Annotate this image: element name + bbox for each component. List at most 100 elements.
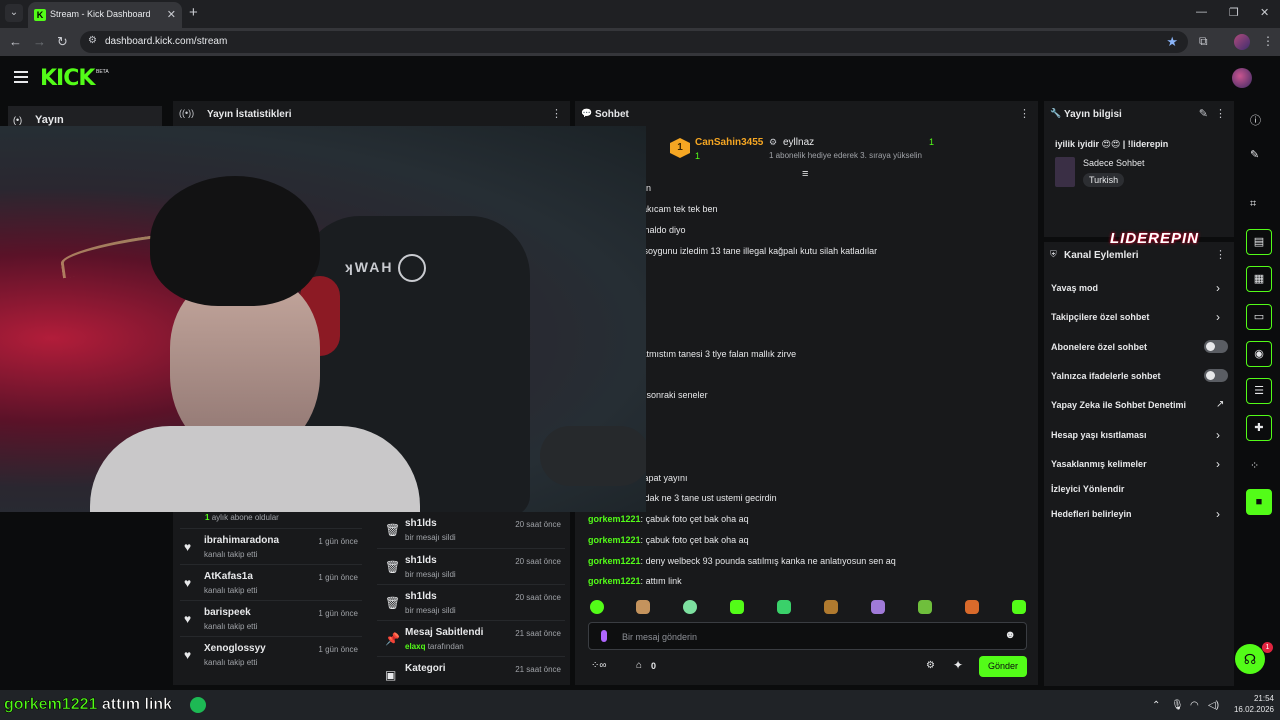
browser-tab[interactable]: K Stream - Kick Dashboard ✕ xyxy=(28,2,182,28)
action-banned-words[interactable]: Yasaklanmış kelimeler xyxy=(1051,459,1147,469)
chevron-right-icon[interactable]: › xyxy=(1216,281,1220,295)
list-item: 1 aylık abone oldular xyxy=(205,513,279,522)
list-item[interactable]: 📌 Mesaj Sabitlendi elaxq tarafından 21 s… xyxy=(377,620,565,654)
emotes-only-toggle[interactable] xyxy=(1204,369,1228,382)
emote-icon[interactable] xyxy=(777,600,791,614)
microphone-icon[interactable] xyxy=(601,630,607,642)
mic-tray-icon[interactable]: 🎙 xyxy=(1171,700,1184,711)
emote-icon[interactable] xyxy=(636,600,650,614)
action-set-goals[interactable]: Hedefleri belirleyin xyxy=(1051,509,1132,519)
maximize-button[interactable]: ❐ xyxy=(1229,6,1239,19)
tab-title: Stream - Kick Dashboard xyxy=(50,9,151,19)
site-info-icon[interactable]: ⚙ xyxy=(88,35,97,46)
expand-icon[interactable]: ≡ xyxy=(802,168,808,180)
category-name[interactable]: Sadece Sohbet xyxy=(1083,158,1145,168)
notes-icon[interactable]: ▦ xyxy=(1246,266,1272,292)
reload-icon[interactable]: ↻ xyxy=(57,34,68,50)
list-item[interactable]: 🗑 sh1lds bir mesajı sildi 20 saat önce xyxy=(377,584,565,618)
url-field[interactable]: ⚙ dashboard.kick.com/stream ★ xyxy=(80,31,1188,53)
points-icon[interactable]: ⁘∞ xyxy=(591,660,607,671)
action-slow-mode[interactable]: Yavaş mod xyxy=(1051,283,1098,293)
nav-item-stream[interactable]: Yayın xyxy=(35,114,64,126)
emote-picker-icon[interactable]: ✦ xyxy=(953,658,963,672)
chevron-right-icon[interactable]: › xyxy=(1216,310,1220,324)
menu-icon[interactable] xyxy=(14,71,28,86)
pencil-icon[interactable]: ✎ xyxy=(1250,148,1259,161)
apps-icon[interactable]: ⁘ xyxy=(1250,459,1259,472)
action-account-age[interactable]: Hesap yaşı kısıtlaması xyxy=(1051,430,1147,440)
emote-icon[interactable] xyxy=(683,600,697,614)
minimize-button[interactable]: — xyxy=(1196,6,1207,18)
stats-menu-icon[interactable]: ⋮ xyxy=(551,107,562,120)
forward-icon[interactable]: → xyxy=(33,34,46,49)
spotify-icon[interactable] xyxy=(190,697,206,713)
info-icon[interactable]: ⓘ xyxy=(1250,112,1261,128)
action-ai-moderation[interactable]: Yapay Zeka ile Sohbet Denetimi xyxy=(1051,400,1186,410)
volume-icon[interactable]: ◁) xyxy=(1208,700,1219,711)
list-item[interactable]: ♥ barispeek kanalı takip etti 1 gün önce xyxy=(180,600,362,634)
support-icon[interactable]: ☊ xyxy=(1235,644,1265,674)
chat-username[interactable]: gorkem1221 xyxy=(588,576,641,586)
extension-icon[interactable]: ■ xyxy=(1246,489,1272,515)
stream-info-menu-icon[interactable]: ⋮ xyxy=(1215,107,1226,120)
back-icon[interactable]: ← xyxy=(9,34,22,49)
chat-username[interactable]: gorkem1221 xyxy=(588,514,641,524)
emote-icon[interactable] xyxy=(918,600,932,614)
emoji-icon[interactable]: ☻ xyxy=(1004,629,1016,641)
list-item[interactable]: 🗑 sh1lds bir mesajı sildi 20 saat önce xyxy=(377,512,565,546)
new-tab-button[interactable]: + xyxy=(189,4,198,21)
broadcast-icon[interactable]: ◉ xyxy=(1246,341,1272,367)
chat-username[interactable]: gorkem1221 xyxy=(588,556,641,566)
tab-close-icon[interactable]: ✕ xyxy=(167,8,176,21)
list-item[interactable]: ♥ ibrahimaradona kanalı takip etti 1 gün… xyxy=(180,528,362,562)
chevron-right-icon[interactable]: › xyxy=(1216,457,1220,471)
chevron-right-icon[interactable]: › xyxy=(1216,507,1220,521)
kick-logo[interactable]: KICK xyxy=(40,66,95,91)
microphone-arm xyxy=(540,426,646,486)
tools-icon[interactable]: ✚ xyxy=(1246,415,1272,441)
edit-icon[interactable]: ✎ xyxy=(1199,107,1208,120)
chat-input[interactable]: Bir mesaj gönderin ☻ xyxy=(588,622,1027,650)
close-window-button[interactable]: ✕ xyxy=(1260,6,1269,19)
browser-profile-avatar[interactable] xyxy=(1234,34,1250,50)
chat-message[interactable]: gorkem1221: deny welbeck 93 pounda satıl… xyxy=(588,556,896,566)
chat-message[interactable]: gorkem1221: çabuk foto çet bak oha aq xyxy=(588,535,749,545)
bookmark-star-icon[interactable]: ★ xyxy=(1166,34,1178,50)
chat-icon[interactable]: ▭ xyxy=(1246,304,1272,330)
subs-only-toggle[interactable] xyxy=(1204,340,1228,353)
emote-icon[interactable] xyxy=(965,600,979,614)
list-item[interactable]: ▣ Kategori 21 saat önce xyxy=(377,656,565,686)
emote-icon[interactable] xyxy=(590,600,604,614)
wifi-icon[interactable]: ◠ xyxy=(1190,700,1199,711)
emote-icon[interactable] xyxy=(1012,600,1026,614)
chat-message[interactable]: gorkem1221: attım link xyxy=(588,576,682,586)
stats-title: Yayın İstatistikleri xyxy=(207,109,292,120)
emote-icon[interactable] xyxy=(824,600,838,614)
user-avatar[interactable] xyxy=(1232,68,1252,88)
action-redirect-viewers[interactable]: İzleyici Yönlendir xyxy=(1051,484,1124,494)
list-item[interactable]: 🗑 sh1lds bir mesajı sildi 20 saat önce xyxy=(377,548,565,582)
chat-username[interactable]: gorkem1221 xyxy=(588,535,641,545)
chat-message[interactable]: gorkem1221: çabuk foto çet bak oha aq xyxy=(588,514,749,524)
action-followers-only[interactable]: Takipçilere özel sohbet xyxy=(1051,312,1149,322)
chat-menu-icon[interactable]: ⋮ xyxy=(1019,107,1030,120)
taskbar-clock[interactable]: 21:54 16.02.2026 xyxy=(1230,693,1274,715)
channel-actions-menu-icon[interactable]: ⋮ xyxy=(1215,248,1226,261)
send-button[interactable]: Gönder xyxy=(979,656,1027,677)
list-item[interactable]: ♥ AtKafas1a kanalı takip etti 1 gün önce xyxy=(180,564,362,598)
gifter-user[interactable]: eyllnaz xyxy=(783,137,814,148)
browser-menu-icon[interactable]: ⋮ xyxy=(1262,34,1274,48)
layout-icon[interactable]: ▤ xyxy=(1246,229,1272,255)
external-link-icon[interactable]: ↗ xyxy=(1216,399,1224,410)
tab-search-button[interactable]: ⌄ xyxy=(5,4,23,22)
chevron-right-icon[interactable]: › xyxy=(1216,428,1220,442)
extensions-icon[interactable]: ⧉ xyxy=(1199,34,1208,49)
emote-icon[interactable] xyxy=(730,600,744,614)
chat-settings-icon[interactable]: ⚙ xyxy=(926,660,935,671)
emote-icon[interactable] xyxy=(871,600,885,614)
screenshot-icon[interactable]: ⌗ xyxy=(1250,198,1256,211)
leader-user[interactable]: CanSahin3455 xyxy=(695,137,763,148)
tray-chevron-icon[interactable]: ⌃ xyxy=(1152,700,1160,711)
moderation-icon[interactable]: ☰ xyxy=(1246,378,1272,404)
list-item[interactable]: ♥ Xenoglossyy kanalı takip etti 1 gün ön… xyxy=(180,636,362,670)
